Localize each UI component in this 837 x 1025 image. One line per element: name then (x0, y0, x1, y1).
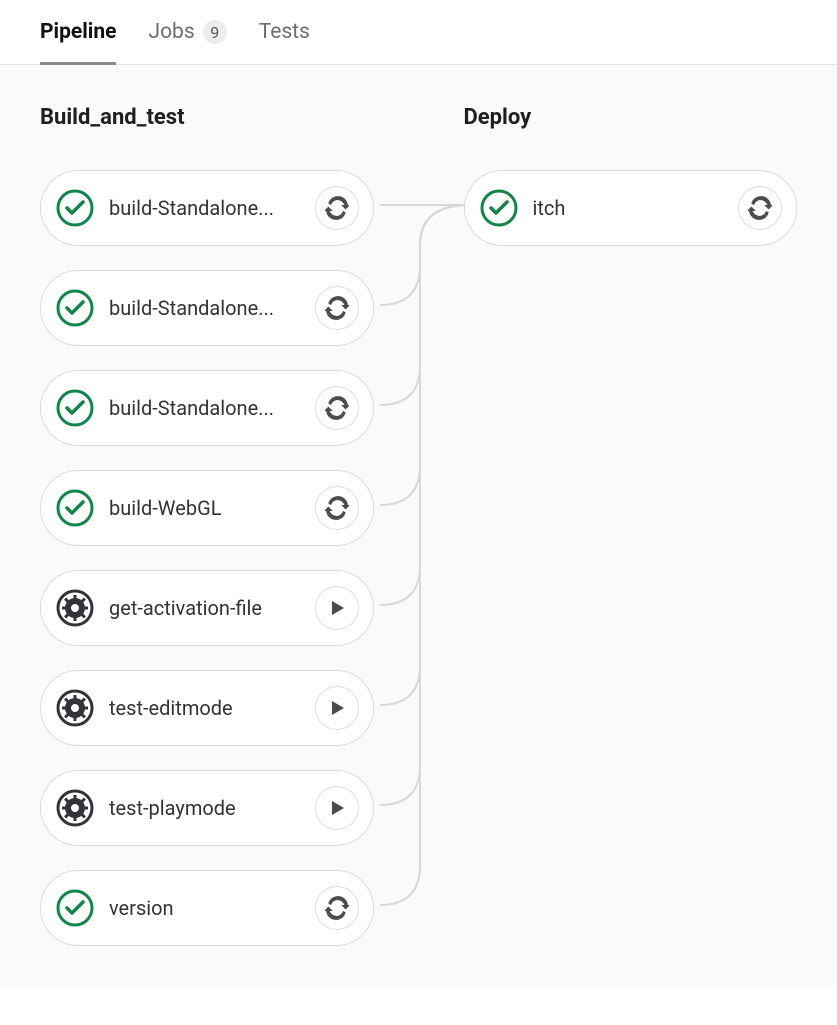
stages-row: Build_and_test build-Standalone... (40, 105, 797, 946)
job-item[interactable]: build-Standalone... (40, 270, 374, 346)
play-button[interactable] (315, 786, 359, 830)
retry-icon (748, 196, 772, 220)
status-passed-icon (55, 188, 95, 228)
job-item[interactable]: test-playmode (40, 770, 374, 846)
job-item[interactable]: itch (464, 170, 798, 246)
job-list: build-Standalone... build-Standalone... (40, 170, 374, 946)
tabs: Pipeline Jobs 9 Tests (0, 0, 837, 65)
status-manual-icon (55, 788, 95, 828)
job-item[interactable]: version (40, 870, 374, 946)
stage-title: Deploy (464, 105, 798, 130)
job-name: build-WebGL (109, 496, 307, 520)
tab-tests[interactable]: Tests (259, 20, 310, 65)
stage-deploy: Deploy itch (464, 105, 798, 946)
retry-button[interactable] (738, 186, 782, 230)
retry-button[interactable] (315, 186, 359, 230)
play-icon (328, 699, 346, 717)
retry-button[interactable] (315, 286, 359, 330)
tab-label: Pipeline (40, 20, 116, 44)
retry-icon (325, 396, 349, 420)
play-button[interactable] (315, 686, 359, 730)
play-icon (328, 799, 346, 817)
tab-label: Tests (259, 20, 310, 44)
job-name: get-activation-file (109, 596, 307, 620)
jobs-count-badge: 9 (203, 20, 227, 44)
job-name: build-Standalone... (109, 196, 307, 220)
tab-label: Jobs (148, 20, 194, 44)
job-item[interactable]: build-Standalone... (40, 370, 374, 446)
job-item[interactable]: test-editmode (40, 670, 374, 746)
stage-title: Build_and_test (40, 105, 374, 130)
status-passed-icon (55, 488, 95, 528)
status-passed-icon (479, 188, 519, 228)
job-item[interactable]: build-Standalone... (40, 170, 374, 246)
retry-icon (325, 196, 349, 220)
play-icon (328, 599, 346, 617)
pipeline-graph: Build_and_test build-Standalone... (0, 65, 837, 986)
job-name: build-Standalone... (109, 296, 307, 320)
retry-icon (325, 496, 349, 520)
job-item[interactable]: build-WebGL (40, 470, 374, 546)
retry-button[interactable] (315, 386, 359, 430)
retry-button[interactable] (315, 486, 359, 530)
status-manual-icon (55, 588, 95, 628)
retry-icon (325, 896, 349, 920)
retry-icon (325, 296, 349, 320)
job-item[interactable]: get-activation-file (40, 570, 374, 646)
job-list: itch (464, 170, 798, 246)
tab-pipeline[interactable]: Pipeline (40, 20, 116, 65)
tab-jobs[interactable]: Jobs 9 (148, 20, 226, 65)
stage-build-and-test: Build_and_test build-Standalone... (40, 105, 374, 946)
job-name: build-Standalone... (109, 396, 307, 420)
job-name: itch (533, 196, 731, 220)
status-passed-icon (55, 288, 95, 328)
job-name: test-playmode (109, 796, 307, 820)
status-manual-icon (55, 688, 95, 728)
status-passed-icon (55, 388, 95, 428)
status-passed-icon (55, 888, 95, 928)
retry-button[interactable] (315, 886, 359, 930)
play-button[interactable] (315, 586, 359, 630)
job-name: version (109, 896, 307, 920)
job-name: test-editmode (109, 696, 307, 720)
